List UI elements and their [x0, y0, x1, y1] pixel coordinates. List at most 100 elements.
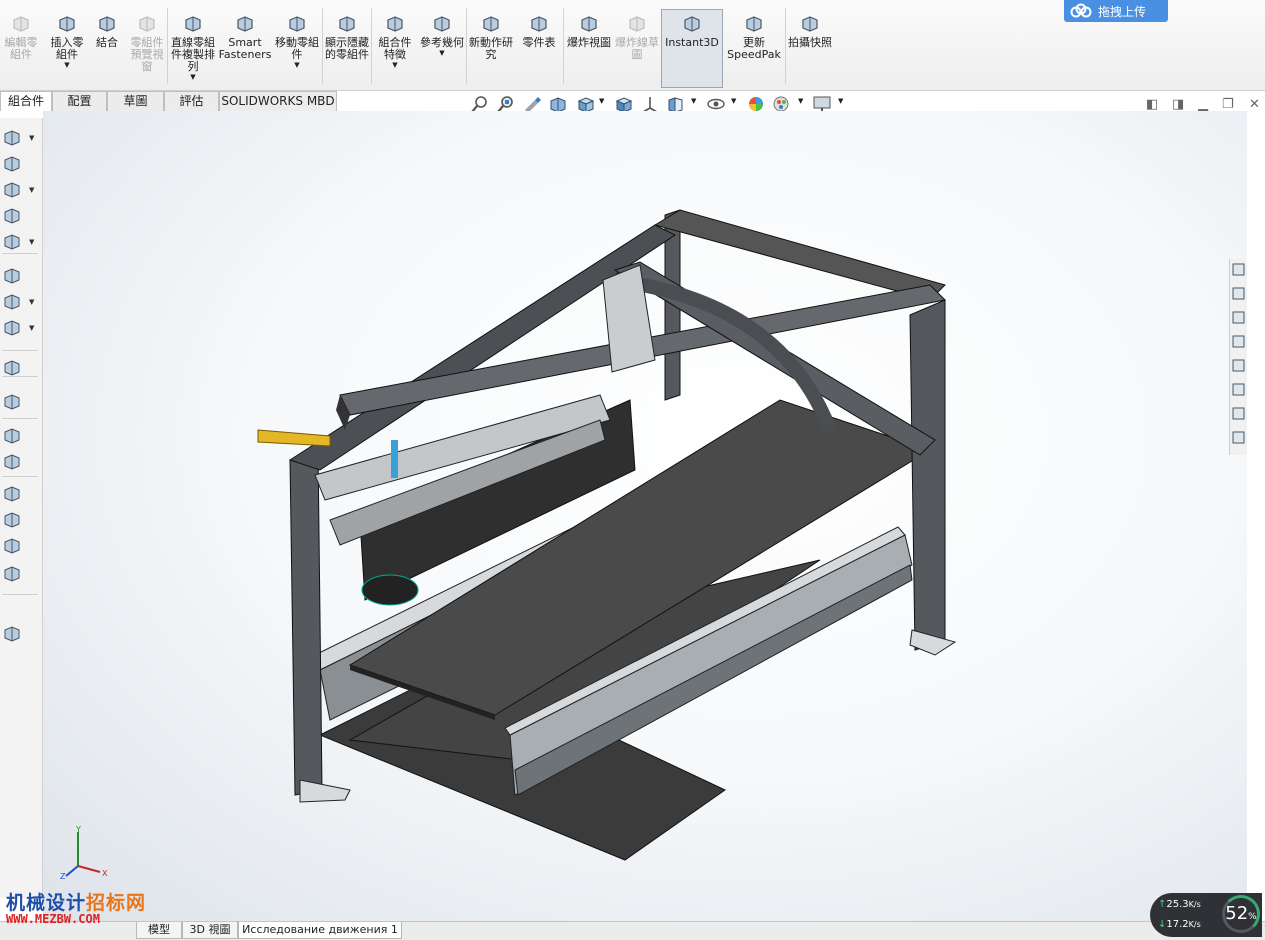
- sketch-icon[interactable]: [2, 452, 22, 472]
- chevron-down-icon[interactable]: ▼: [691, 97, 696, 105]
- download-speed: 17.2: [1166, 919, 1189, 930]
- graphics-area[interactable]: [43, 111, 1247, 921]
- insert-component-icon: [59, 16, 75, 32]
- minimize-icon[interactable]: ▁: [1198, 97, 1208, 112]
- bottom-model-tabs: 模型 3D 視圖 Исследование движения 1: [0, 921, 1265, 940]
- view-palette-icon[interactable]: [1232, 335, 1245, 348]
- speed-unit: K/s: [1188, 920, 1201, 929]
- explode-line-sketch-label: 爆炸線草圖: [615, 36, 659, 61]
- move-component-icon[interactable]: [2, 206, 22, 226]
- properties-icon[interactable]: [1232, 383, 1245, 396]
- exploded-view-icon: [581, 16, 597, 32]
- assembly-features-button[interactable]: 組合件特徵 ▼: [374, 10, 416, 88]
- chevron-down-icon[interactable]: ▼: [29, 238, 34, 246]
- assembly-features-label: 組合件特徵: [378, 36, 412, 61]
- percent-unit: %: [1248, 912, 1257, 922]
- reference-geometry-icon: [434, 16, 450, 32]
- help-icon[interactable]: [1232, 431, 1245, 444]
- insert-components-label: 插入零組件: [50, 36, 84, 61]
- pattern-icon[interactable]: [2, 180, 22, 200]
- toolbar-separator: [2, 253, 38, 254]
- toolbar-separator: [2, 350, 38, 351]
- chevron-down-icon[interactable]: ▼: [599, 97, 604, 105]
- watermark-logo: 机械设计招标网 WWW.MEZBW.COM: [6, 888, 146, 926]
- instant3d-icon: [684, 16, 700, 32]
- home-icon[interactable]: [1232, 263, 1245, 276]
- bill-of-materials-button[interactable]: 零件表: [517, 10, 561, 88]
- reference-geometry-button[interactable]: 參考幾何 ▼: [420, 10, 464, 88]
- motion-study-icon[interactable]: [2, 318, 22, 338]
- edit-component-button[interactable]: 編輯零組件: [0, 10, 42, 88]
- move-component-button[interactable]: 移動零組件 ▼: [275, 10, 319, 88]
- chevron-down-icon[interactable]: ▼: [838, 97, 843, 105]
- new-motion-study-button[interactable]: 新動作研究: [469, 10, 513, 88]
- instant3d-icon[interactable]: [2, 624, 22, 644]
- explode-line-icon[interactable]: [2, 426, 22, 446]
- watermark-line1-a: 机械设计: [6, 892, 87, 914]
- tab-evaluate[interactable]: 評估: [164, 91, 219, 111]
- show-hidden-components-button[interactable]: 顯示隱藏的零組件: [325, 10, 369, 88]
- mate-label: 結合: [96, 36, 118, 49]
- split-viewport-icon[interactable]: ◨: [1172, 97, 1184, 112]
- edit-component-icon: [13, 16, 29, 32]
- chevron-down-icon[interactable]: ▼: [190, 73, 195, 82]
- tab-solidworks-mbd[interactable]: SOLIDWORKS MBD: [219, 91, 337, 111]
- tab-assembly[interactable]: 組合件: [0, 91, 52, 111]
- chevron-down-icon[interactable]: ▼: [29, 134, 34, 142]
- appearances-icon[interactable]: [1232, 359, 1245, 372]
- layout-icon[interactable]: [2, 484, 22, 504]
- chevron-down-icon[interactable]: ▼: [64, 61, 69, 70]
- exploded-view-icon[interactable]: [2, 392, 22, 412]
- tab-configurations[interactable]: 配置: [52, 91, 107, 111]
- insert-components-button[interactable]: 插入零組件 ▼: [46, 10, 88, 88]
- smart-fasteners-button[interactable]: Smart Fasteners: [219, 10, 271, 88]
- triad-y-label: Y: [75, 826, 81, 834]
- chevron-down-icon[interactable]: ▼: [798, 97, 803, 105]
- take-snapshot-button[interactable]: 拍攝快照: [788, 10, 832, 88]
- chevron-down-icon[interactable]: ▼: [392, 61, 397, 70]
- restore-viewport-icon[interactable]: ◧: [1146, 97, 1158, 112]
- maximize-icon[interactable]: ❐: [1222, 97, 1234, 112]
- watermark-line1-b: 招标网: [86, 892, 147, 914]
- new-motion-study-label: 新動作研究: [469, 36, 513, 61]
- linear-component-pattern-button[interactable]: 直線零組件複製排列 ▼: [171, 10, 215, 88]
- explode-line-sketch-button[interactable]: 爆炸線草圖: [614, 10, 660, 88]
- exploded-view-button[interactable]: 爆炸視圖: [566, 10, 612, 88]
- tab-sketch[interactable]: 草圖: [107, 91, 164, 111]
- component-preview-window-button[interactable]: 零組件預覽視窗: [126, 10, 168, 88]
- snapshot-icon[interactable]: [2, 536, 22, 556]
- chevron-down-icon[interactable]: ▼: [29, 186, 34, 194]
- tab-motion-study[interactable]: Исследование движения 1: [238, 922, 402, 939]
- folder-icon[interactable]: [1232, 311, 1245, 324]
- mate-icon[interactable]: [2, 154, 22, 174]
- close-icon[interactable]: ✕: [1249, 97, 1260, 112]
- forum-icon[interactable]: [1232, 407, 1245, 420]
- cloud-upload-label: 拖拽上传: [1098, 4, 1147, 19]
- speed-unit: K/s: [1188, 900, 1201, 909]
- speedpak-icon[interactable]: [2, 510, 22, 530]
- mate-button[interactable]: 結合: [92, 10, 122, 88]
- frame-post-right: [909, 299, 946, 651]
- toolbar-separator: [2, 376, 38, 377]
- chevron-down-icon[interactable]: ▼: [731, 97, 736, 105]
- appearance-icon[interactable]: [2, 564, 22, 584]
- chevron-down-icon[interactable]: ▼: [294, 61, 299, 70]
- show-hidden-icon[interactable]: [2, 232, 22, 252]
- explode-line-icon: [629, 16, 645, 32]
- insert-component-icon[interactable]: [2, 128, 22, 148]
- assembly-model[interactable]: [43, 111, 1247, 921]
- chevron-down-icon[interactable]: ▼: [439, 49, 444, 58]
- tab-3d-views[interactable]: 3D 視圖: [182, 922, 238, 939]
- reference-geometry-label: 參考幾何: [420, 36, 464, 49]
- update-speedpak-button[interactable]: 更新SpeedPak: [725, 10, 783, 88]
- reference-geometry-icon[interactable]: [2, 292, 22, 312]
- assembly-feature-icon[interactable]: [2, 266, 22, 286]
- network-speed-widget[interactable]: ↑25.3K/s ↓17.2K/s 52%: [1150, 893, 1262, 937]
- cloud-upload-button[interactable]: 拖拽上传: [1064, 0, 1168, 22]
- chevron-down-icon[interactable]: ▼: [29, 324, 34, 332]
- parts-icon[interactable]: [1232, 287, 1245, 300]
- bom-icon[interactable]: [2, 358, 22, 378]
- toolbar-separator: [2, 418, 38, 419]
- chevron-down-icon[interactable]: ▼: [29, 298, 34, 306]
- instant3d-button[interactable]: Instant3D: [661, 9, 723, 88]
